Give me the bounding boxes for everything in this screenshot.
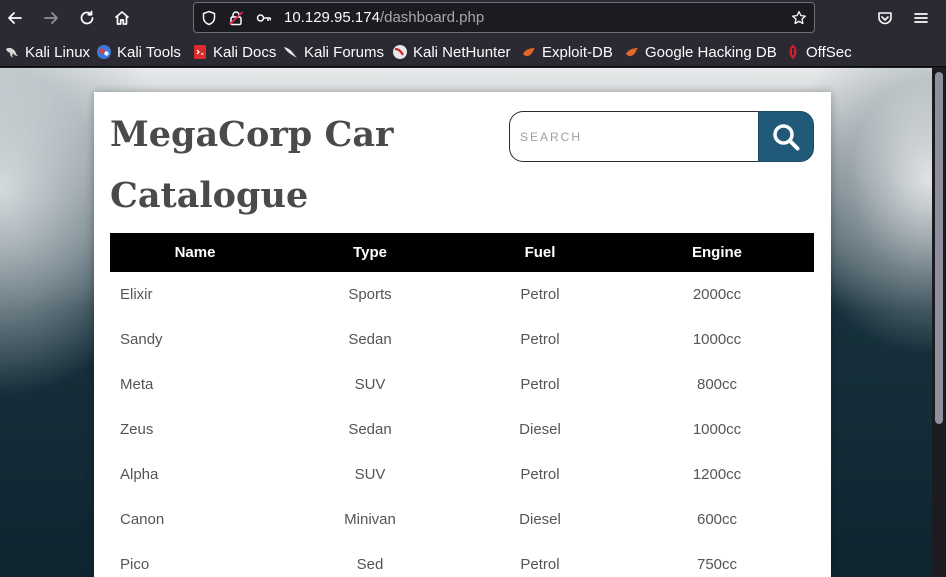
table-row: Alpha SUV Petrol 1200cc (110, 452, 814, 497)
cell-engine: 750cc (696, 556, 738, 573)
address-bar[interactable]: 10.129.95.174/dashboard.php (193, 2, 815, 33)
table-header-row: Name Type Fuel Engine (110, 233, 814, 272)
bookmark-label: Kali Docs (213, 43, 277, 61)
bookmark-label: Kali Tools (117, 43, 181, 61)
page-viewport: MegaCorp Car Catalogue Name Type Fuel En… (0, 68, 932, 577)
catalogue-card: MegaCorp Car Catalogue Name Type Fuel En… (94, 92, 831, 577)
browser-toolbar: 10.129.95.174/dashboard.php (0, 0, 946, 36)
bookmark-google-hacking-db[interactable]: Google Hacking DB (624, 43, 777, 61)
cell-engine: 1000cc (692, 331, 742, 348)
cell-fuel: Petrol (520, 286, 560, 303)
column-header-fuel[interactable]: Fuel (460, 233, 620, 272)
exploit-db-icon (523, 48, 535, 57)
cell-type: SUV (354, 376, 386, 393)
cell-name: Meta (120, 376, 154, 393)
column-header-engine[interactable]: Engine (620, 233, 814, 272)
offsec-icon (789, 44, 797, 60)
bookmark-label: Kali Forums (304, 43, 385, 61)
cell-name: Alpha (120, 466, 159, 483)
bookmark-offsec[interactable]: OffSec (785, 43, 852, 61)
cell-name: Canon (120, 511, 165, 528)
cell-fuel: Diesel (519, 421, 561, 438)
bookmark-star-icon[interactable] (790, 9, 808, 27)
pocket-button[interactable] (873, 6, 897, 30)
cell-type: SUV (354, 466, 386, 483)
cell-fuel: Petrol (520, 331, 560, 348)
forward-button[interactable] (39, 6, 63, 30)
cell-fuel: Petrol (520, 556, 560, 573)
bookmark-label: Exploit-DB (542, 43, 613, 61)
table-row: Meta SUV Petrol 800cc (110, 362, 814, 407)
search-input[interactable] (509, 111, 759, 162)
table-row: Pico Sed Petrol 750cc (110, 542, 814, 577)
home-button[interactable] (110, 6, 134, 30)
cell-type: Sed (356, 556, 384, 573)
bookmark-kali-tools[interactable]: Kali Tools (96, 43, 181, 61)
bookmarks-bar: Kali Linux Kali Tools Kali Docs Kali For… (0, 36, 946, 67)
column-header-type[interactable]: Type (280, 233, 460, 272)
cell-engine: 800cc (696, 376, 738, 393)
cell-type: Sedan (348, 421, 392, 438)
nethunter-icon (393, 45, 407, 59)
bookmark-label: OffSec (806, 43, 852, 61)
column-header-name[interactable]: Name (110, 233, 280, 272)
cell-name: Sandy (120, 331, 163, 348)
cell-engine: 2000cc (692, 286, 742, 303)
cell-name: Pico (120, 556, 150, 573)
cell-type: Sports (348, 286, 392, 303)
arrow-right-icon (44, 12, 58, 24)
bookmark-label: Kali NetHunter (413, 43, 511, 61)
cell-fuel: Petrol (520, 376, 560, 393)
cell-fuel: Petrol (520, 466, 560, 483)
menu-button[interactable] (909, 6, 933, 30)
table-row: Sandy Sedan Petrol 1000cc (110, 317, 814, 362)
url-text[interactable]: 10.129.95.174/dashboard.php (284, 9, 484, 26)
cell-fuel: Diesel (519, 511, 561, 528)
cell-engine: 600cc (696, 511, 738, 528)
reload-icon (80, 10, 94, 25)
search-form (509, 111, 814, 162)
bookmark-label: Google Hacking DB (645, 43, 777, 61)
cell-name: Zeus (120, 421, 154, 438)
kali-forums-icon (284, 47, 297, 58)
ghdb-icon (626, 48, 638, 57)
pocket-icon (878, 12, 892, 25)
url-host: 10.129.95.174 (284, 9, 380, 26)
table-row: Canon Minivan Diesel 600cc (110, 497, 814, 542)
cell-type: Sedan (348, 331, 392, 348)
search-button[interactable] (758, 111, 814, 162)
bookmark-kali-linux[interactable]: Kali Linux (4, 43, 90, 61)
car-table: Name Type Fuel Engine Elixir Sports Petr… (110, 233, 814, 577)
home-icon (114, 11, 130, 25)
reload-button[interactable] (75, 6, 99, 30)
back-button[interactable] (3, 6, 27, 30)
cell-name: Elixir (120, 286, 153, 303)
kali-dragon-icon (6, 47, 18, 58)
kali-tools-icon (97, 45, 111, 59)
bookmark-label: Kali Linux (25, 43, 91, 61)
bookmark-kali-forums[interactable]: Kali Forums (283, 43, 384, 61)
key-icon[interactable] (255, 9, 273, 27)
arrow-left-icon (8, 12, 22, 24)
bookmark-kali-nethunter[interactable]: Kali NetHunter (392, 43, 511, 61)
kali-docs-icon (194, 45, 206, 59)
table-row: Elixir Sports Petrol 2000cc (110, 272, 814, 317)
cell-type: Minivan (344, 511, 396, 528)
page-scrollbar[interactable] (932, 68, 946, 577)
bookmark-exploit-db[interactable]: Exploit-DB (521, 43, 613, 61)
hamburger-menu-icon (914, 13, 928, 23)
cell-engine: 1200cc (692, 466, 742, 483)
magnifier-icon (773, 123, 800, 150)
url-path: /dashboard.php (379, 9, 485, 26)
cell-engine: 1000cc (692, 421, 742, 438)
scrollbar-thumb[interactable] (935, 72, 943, 424)
table-row: Zeus Sedan Diesel 1000cc (110, 407, 814, 452)
page-title: MegaCorp Car Catalogue (110, 114, 394, 216)
insecure-lock-icon[interactable] (227, 9, 245, 27)
shield-icon[interactable] (200, 9, 218, 27)
bookmark-kali-docs[interactable]: Kali Docs (192, 43, 276, 61)
